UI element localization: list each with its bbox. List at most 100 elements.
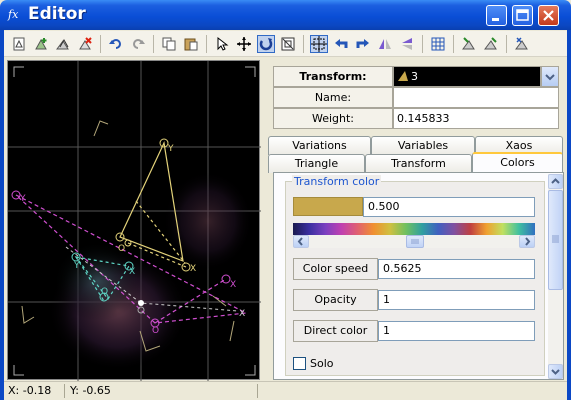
tab-colors[interactable]: Colors	[472, 152, 563, 172]
toolbar-separator	[100, 35, 101, 53]
copy-icon	[162, 37, 176, 51]
vertex-label: O	[152, 326, 159, 336]
paste-button[interactable]	[182, 35, 200, 53]
status-x-coordinate: X: -0.18	[8, 384, 52, 397]
select-pointer-button[interactable]	[213, 35, 231, 53]
tab-triangle[interactable]: Triangle	[268, 154, 365, 173]
scroll-thumb[interactable]	[406, 235, 424, 248]
color-speed-label: Color speed	[293, 258, 378, 280]
scroll-down-button[interactable]	[548, 364, 563, 379]
weight-field[interactable]: 0.145833	[393, 108, 559, 129]
reset-button[interactable]	[460, 35, 478, 53]
maximize-button[interactable]	[512, 5, 533, 26]
toolbar-separator	[422, 35, 423, 53]
move-button[interactable]	[235, 35, 253, 53]
rotate-left-icon	[335, 39, 348, 48]
scale-button[interactable]	[279, 35, 297, 53]
weight-label: Weight:	[273, 108, 393, 129]
name-label: Name:	[273, 87, 393, 108]
delete-button[interactable]	[76, 35, 94, 53]
color-value-field[interactable]: 0.500	[363, 197, 535, 217]
vertex-label: X	[230, 280, 236, 290]
copy-button[interactable]	[160, 35, 178, 53]
pivot-button[interactable]	[310, 35, 328, 53]
rotate-left-button[interactable]	[332, 35, 350, 53]
triangle-editor-canvas[interactable]: Y X O Y X O Y X O X	[7, 60, 261, 381]
chevron-left-icon	[297, 237, 303, 246]
transform-color-group: Transform color 0.500 Color speed 0.5625…	[285, 175, 545, 376]
rotate-right-icon	[356, 39, 369, 48]
color-scrollbar[interactable]	[293, 235, 535, 248]
flip-vertical-button[interactable]	[398, 35, 416, 53]
options-button[interactable]	[513, 35, 531, 53]
flip-horizontal-button[interactable]	[376, 35, 394, 53]
reset-icon	[462, 37, 475, 50]
fx-icon: fx	[8, 8, 19, 21]
color-spectrum-bar[interactable]	[293, 223, 535, 235]
add-transform-button[interactable]	[32, 35, 50, 53]
tab-variables[interactable]: Variables	[371, 136, 475, 155]
color-swatch[interactable]	[293, 197, 363, 216]
transform-selector-value: 3	[411, 70, 418, 83]
minimize-button[interactable]	[486, 5, 507, 26]
vertex-label: X	[129, 267, 135, 277]
status-bar: X: -0.18 Y: -0.65	[4, 381, 567, 400]
vertex-label: X	[190, 264, 196, 274]
tab-page-scrollbar[interactable]	[548, 174, 563, 379]
toolbar-separator	[153, 35, 154, 53]
solo-checkbox[interactable]	[293, 357, 306, 370]
select-pointer-icon	[217, 36, 229, 51]
scroll-right-button[interactable]	[519, 235, 535, 248]
rotate-button[interactable]	[257, 35, 275, 53]
duplicate-icon	[56, 38, 69, 50]
direct-color-label: Direct color	[293, 320, 378, 342]
flip-vertical-icon	[402, 38, 412, 50]
status-divider	[257, 384, 258, 398]
new-triangle-icon	[13, 37, 25, 51]
toolbar	[4, 31, 567, 57]
rotate-icon	[259, 38, 273, 51]
new-triangle-button[interactable]	[10, 35, 28, 53]
colors-tab-page: Transform color 0.500 Color speed 0.5625…	[273, 172, 564, 380]
rotate-right-button[interactable]	[354, 35, 372, 53]
chevron-up-icon	[551, 178, 560, 184]
undo-button[interactable]	[107, 35, 125, 53]
tab-transform[interactable]: Transform	[365, 154, 472, 173]
transform-row: Transform: 3	[273, 66, 559, 87]
direct-color-field[interactable]: 1	[378, 321, 535, 341]
minimize-icon	[492, 18, 499, 21]
reset-all-button[interactable]	[482, 35, 500, 53]
opacity-label: Opacity	[293, 289, 378, 311]
scroll-up-button[interactable]	[548, 174, 563, 189]
opacity-field[interactable]: 1	[378, 290, 535, 310]
scroll-thumb[interactable]	[548, 190, 563, 290]
redo-icon	[133, 39, 145, 49]
color-speed-field[interactable]: 0.5625	[378, 259, 535, 279]
toolbar-separator	[206, 35, 207, 53]
transform-dropdown-button[interactable]	[541, 66, 559, 87]
transform-selector[interactable]: 3	[393, 66, 541, 87]
vertex-label: Y	[73, 261, 80, 271]
redo-button[interactable]	[129, 35, 147, 53]
tab-variations[interactable]: Variations	[268, 136, 371, 155]
vertex-label: Y	[167, 144, 174, 154]
close-button[interactable]	[538, 5, 559, 26]
vertex-label: Y	[19, 194, 26, 204]
window-frame-left	[0, 30, 4, 400]
close-icon	[543, 10, 554, 21]
scroll-left-button[interactable]	[293, 235, 309, 248]
name-field[interactable]	[393, 87, 559, 108]
name-row: Name:	[273, 87, 559, 108]
options-icon	[515, 37, 528, 50]
vertex-label: O	[101, 287, 108, 297]
window-title: Editor	[28, 4, 86, 24]
vertex-label: O	[118, 244, 125, 254]
duplicate-button[interactable]	[54, 35, 72, 53]
title-bar: fx Editor	[0, 0, 571, 30]
toolbar-separator	[453, 35, 454, 53]
maximize-icon	[516, 9, 529, 21]
grid-button[interactable]	[429, 35, 447, 53]
scale-icon	[281, 37, 295, 51]
pivot-point[interactable]	[138, 300, 144, 306]
chevron-down-icon	[545, 74, 555, 81]
